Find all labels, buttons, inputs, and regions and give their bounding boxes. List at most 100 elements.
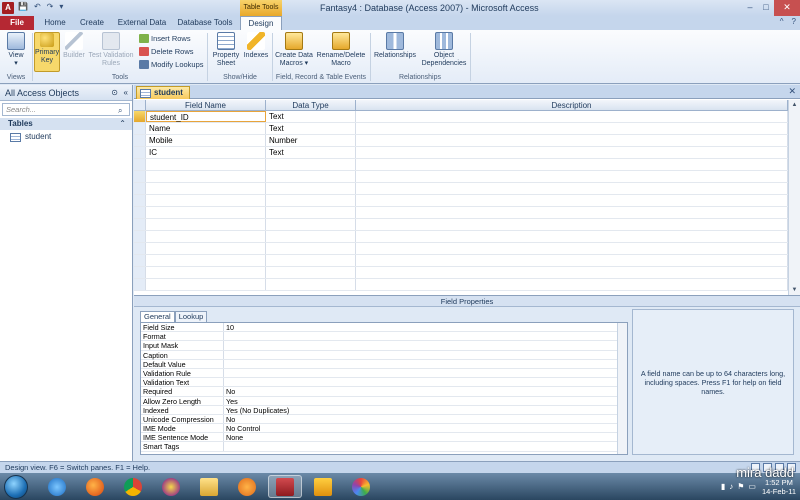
property-value[interactable] (224, 378, 617, 386)
save-icon[interactable]: 💾 (18, 2, 28, 11)
object-dependencies-button[interactable]: Object Dependencies (420, 32, 468, 68)
relationships-button[interactable]: Relationships (372, 32, 418, 60)
nav-section-tables[interactable]: Tables ⌃ (0, 118, 132, 130)
grid-cell[interactable] (266, 279, 356, 290)
grid-cell[interactable] (356, 267, 788, 278)
search-icon[interactable]: ⌕ (118, 105, 128, 115)
empty-table-row[interactable] (134, 183, 788, 195)
property-row[interactable]: Format (141, 332, 627, 342)
clock[interactable]: 1:52 PM 14-Feb-11 (762, 478, 796, 496)
grid-cell[interactable] (356, 243, 788, 254)
taskbar-explorer[interactable] (192, 475, 226, 498)
property-value[interactable]: 10 (224, 323, 617, 332)
grid-cell[interactable] (266, 231, 356, 242)
grid-cell[interactable] (266, 171, 356, 182)
nav-search-input[interactable]: Search... ⌕ (2, 103, 130, 116)
property-value[interactable] (224, 369, 617, 377)
help-icon[interactable]: ? (792, 17, 796, 26)
grid-cell[interactable] (356, 279, 788, 290)
access-app-icon[interactable]: A (2, 2, 14, 14)
property-value[interactable]: Yes (224, 397, 617, 406)
taskbar-access[interactable] (268, 475, 302, 498)
taskbar-firefox[interactable] (78, 475, 112, 498)
grid-cell[interactable] (356, 183, 788, 194)
redo-icon[interactable]: ↷ (47, 2, 54, 11)
grid-vertical-scrollbar[interactable]: ▲ ▼ (788, 100, 800, 295)
property-row[interactable]: Field Size 10 (141, 323, 627, 333)
grid-cell[interactable] (266, 183, 356, 194)
empty-table-row[interactable] (134, 219, 788, 231)
empty-table-row[interactable] (134, 279, 788, 291)
property-value[interactable] (224, 351, 617, 359)
builder-button[interactable]: Builder (62, 32, 86, 60)
minimize-ribbon-icon[interactable]: ^ (780, 17, 784, 26)
property-row[interactable]: Allow Zero Length Yes (141, 396, 627, 406)
data-type-cell[interactable]: Text (266, 123, 356, 134)
row-selector[interactable] (134, 147, 146, 158)
grid-cell[interactable] (134, 195, 146, 206)
delete-rows-button[interactable]: Delete Rows (139, 47, 194, 56)
close-button[interactable]: ✕ (774, 0, 800, 16)
customize-qat-icon[interactable]: ▾ (59, 2, 63, 11)
description-cell[interactable] (356, 135, 788, 146)
grid-cell[interactable] (146, 279, 266, 290)
grid-cell[interactable] (356, 255, 788, 266)
start-button[interactable] (4, 475, 28, 499)
taskbar-chrome[interactable] (116, 475, 150, 498)
property-value[interactable] (224, 332, 617, 340)
insert-rows-button[interactable]: Insert Rows (139, 34, 191, 43)
tab-file[interactable]: File (0, 16, 34, 30)
description-cell[interactable] (356, 147, 788, 158)
scroll-up-icon[interactable]: ▲ (789, 100, 800, 110)
tab-database-tools[interactable]: Database Tools (176, 16, 234, 30)
grid-cell[interactable] (134, 267, 146, 278)
tab-design[interactable]: Design (240, 16, 282, 30)
property-row[interactable]: Validation Text (141, 378, 627, 388)
property-row[interactable]: Input Mask (141, 341, 627, 351)
data-type-cell[interactable]: Number (266, 135, 356, 146)
document-tab-student[interactable]: student (136, 86, 190, 99)
grid-cell[interactable] (356, 219, 788, 230)
grid-cell[interactable] (266, 243, 356, 254)
grid-cell[interactable] (146, 159, 266, 170)
tab-lookup[interactable]: Lookup (174, 311, 208, 322)
grid-cell[interactable] (356, 207, 788, 218)
property-row[interactable]: Unicode Compression No (141, 414, 627, 425)
grid-cell[interactable] (266, 219, 356, 230)
battery-icon[interactable]: ▭ (748, 482, 756, 491)
grid-cell[interactable] (266, 255, 356, 266)
property-value[interactable] (224, 442, 617, 450)
grid-cell[interactable] (356, 231, 788, 242)
property-value[interactable] (224, 360, 617, 368)
taskbar-u3[interactable] (306, 475, 340, 498)
volume-icon[interactable]: ♪ (729, 482, 733, 491)
description-cell[interactable] (356, 111, 788, 122)
grid-cell[interactable] (146, 183, 266, 194)
empty-table-row[interactable] (134, 267, 788, 279)
row-selector[interactable] (134, 135, 146, 146)
taskbar-ie[interactable] (40, 475, 74, 498)
tab-general[interactable]: General (140, 311, 175, 322)
property-sheet-button[interactable]: Property Sheet (210, 32, 242, 68)
grid-cell[interactable] (134, 207, 146, 218)
collapse-section-icon[interactable]: ⌃ (119, 118, 126, 130)
empty-table-row[interactable] (134, 231, 788, 243)
maximize-button[interactable]: □ (758, 0, 774, 16)
grid-cell[interactable] (134, 279, 146, 290)
grid-cell[interactable] (134, 183, 146, 194)
create-data-macros-button[interactable]: Create Data Macros ▾ (274, 32, 314, 68)
grid-cell[interactable] (146, 267, 266, 278)
grid-cell[interactable] (134, 171, 146, 182)
field-name-cell[interactable]: Name (146, 123, 266, 134)
properties-scrollbar[interactable] (617, 323, 627, 454)
taskbar-media-player[interactable] (230, 475, 264, 498)
data-type-cell[interactable]: Text (266, 147, 356, 158)
grid-cell[interactable] (266, 267, 356, 278)
property-value[interactable]: No (224, 415, 617, 424)
grid-cell[interactable] (134, 159, 146, 170)
property-row[interactable]: Required No (141, 387, 627, 397)
indexes-button[interactable]: Indexes (242, 32, 270, 60)
scroll-down-icon[interactable]: ▼ (789, 285, 800, 295)
nav-item-student[interactable]: student (0, 130, 132, 144)
data-type-cell[interactable]: Text (266, 111, 356, 122)
